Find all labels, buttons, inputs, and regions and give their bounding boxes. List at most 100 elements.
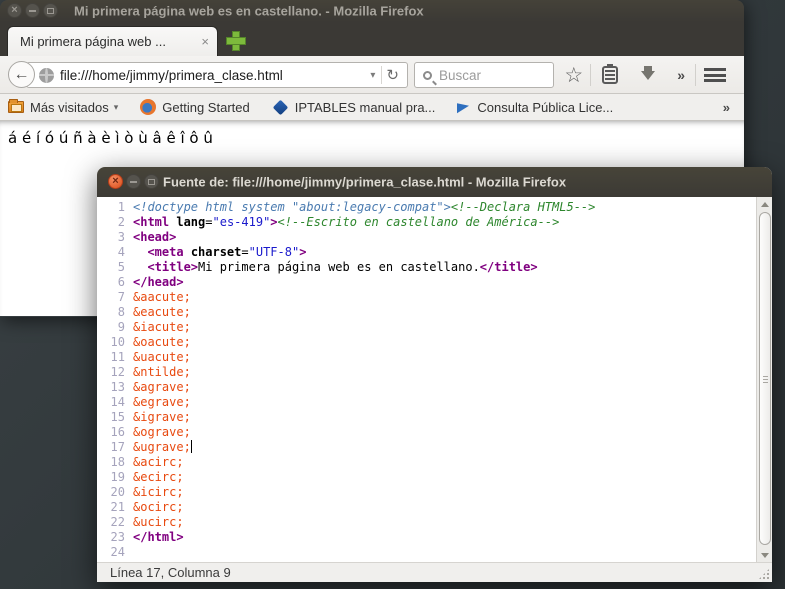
toolbar-overflow-icon[interactable]: »	[667, 67, 695, 83]
url-text[interactable]: file:///home/jimmy/primera_clase.html	[60, 68, 364, 83]
line-number: 9	[97, 320, 125, 335]
code-text: &ocirc;	[133, 500, 184, 515]
syntax-entity: &ntilde;	[133, 365, 191, 379]
syntax-entity: &egrave;	[133, 395, 191, 409]
resize-grip[interactable]	[758, 568, 770, 580]
code-line: 19&ecirc;	[97, 470, 756, 485]
code-text: </head>	[133, 275, 184, 290]
code-text: &igrave;	[133, 410, 191, 425]
bookmarks-menu-icon[interactable]	[602, 66, 618, 84]
source-titlebar[interactable]: × Fuente de: file:///home/jimmy/primera_…	[97, 167, 772, 197]
line-number: 20	[97, 485, 125, 500]
tab-label: Mi primera página web ...	[20, 34, 195, 49]
code-line: 2<html lang="es-419"><!--Escrito en cast…	[97, 215, 756, 230]
syntax-tag: </html>	[133, 530, 184, 544]
code-text: &uacute;	[133, 350, 191, 365]
tab-close-icon[interactable]: ×	[201, 34, 209, 49]
url-dropdown-icon[interactable]: ▾	[364, 70, 381, 81]
syntax-entity: &ucirc;	[133, 515, 184, 529]
syntax-entity: &ograve;	[133, 425, 191, 439]
syntax-tag: <head>	[133, 230, 176, 244]
code-line: 24	[97, 545, 756, 560]
syntax-tag: <html	[133, 215, 169, 229]
firefox-icon	[140, 99, 156, 115]
code-line: 10&oacute;	[97, 335, 756, 350]
line-number: 2	[97, 215, 125, 230]
tab-strip: Mi primera página web ... ×	[0, 22, 744, 56]
scroll-up-icon[interactable]	[757, 197, 772, 211]
code-line: 23</html>	[97, 530, 756, 545]
maximize-button[interactable]	[43, 3, 58, 18]
syntax-entity: &aacute;	[133, 290, 191, 304]
syntax-tag: <title>	[147, 260, 198, 274]
bookmark-iptables[interactable]: IPTABLES manual pra...	[272, 100, 436, 115]
code-text: <meta charset="UTF-8">	[133, 245, 306, 260]
syntax-entity: &iacute;	[133, 320, 191, 334]
globe-icon	[39, 68, 54, 83]
syntax-entity: &oacute;	[133, 335, 191, 349]
syntax-plain	[133, 260, 147, 274]
syntax-tag: <meta	[147, 245, 183, 259]
scrollbar-thumb[interactable]	[759, 212, 771, 545]
source-view[interactable]: 1<!doctype html system "about:legacy-com…	[97, 197, 772, 562]
code-text: &eacute;	[133, 305, 191, 320]
back-button[interactable]: ←	[8, 61, 35, 88]
syntax-plain: =	[205, 215, 212, 229]
close-button[interactable]: ×	[7, 3, 22, 18]
window-title: Fuente de: file:///home/jimmy/primera_cl…	[163, 175, 566, 190]
code-text: &ecirc;	[133, 470, 184, 485]
source-code[interactable]: 1<!doctype html system "about:legacy-com…	[97, 200, 756, 560]
line-number: 16	[97, 425, 125, 440]
navigation-toolbar: ← file:///home/jimmy/primera_clase.html …	[0, 56, 744, 94]
bookmark-label: Getting Started	[162, 100, 249, 115]
syntax-val: "es-419"	[213, 215, 271, 229]
line-number: 13	[97, 380, 125, 395]
code-line: 4 <meta charset="UTF-8">	[97, 245, 756, 260]
main-titlebar[interactable]: × Mi primera página web es en castellano…	[0, 0, 744, 22]
line-number: 24	[97, 545, 125, 560]
scroll-down-icon[interactable]	[757, 548, 772, 562]
bookmarks-overflow-icon[interactable]: »	[723, 100, 730, 115]
minimize-button[interactable]	[25, 3, 40, 18]
code-line: 5 <title>Mi primera página web es en cas…	[97, 260, 756, 275]
code-line: 12&ntilde;	[97, 365, 756, 380]
new-tab-button[interactable]	[226, 31, 246, 51]
bookmark-most-visited[interactable]: Más visitados ▾	[8, 100, 118, 115]
syntax-entity: &acirc;	[133, 455, 184, 469]
reload-icon[interactable]: ↻	[381, 66, 407, 84]
code-line: 11&uacute;	[97, 350, 756, 365]
window-title: Mi primera página web es en castellano. …	[74, 4, 424, 19]
line-number: 17	[97, 440, 125, 455]
folder-icon	[8, 101, 24, 113]
bookmark-label: IPTABLES manual pra...	[295, 100, 436, 115]
tab-active[interactable]: Mi primera página web ... ×	[7, 26, 218, 56]
line-number: 1	[97, 200, 125, 215]
bookmark-consulta[interactable]: Consulta Pública Lice...	[457, 100, 613, 115]
syntax-entity: &eacute;	[133, 305, 191, 319]
syntax-tag: >	[299, 245, 306, 259]
bookmark-getting-started[interactable]: Getting Started	[140, 99, 249, 115]
code-text: &egrave;	[133, 395, 191, 410]
menu-icon[interactable]	[704, 68, 726, 82]
bookmarks-toolbar: Más visitados ▾ Getting Started IPTABLES…	[0, 94, 744, 121]
syntax-entity: &ugrave;	[133, 440, 191, 454]
code-line: 21&ocirc;	[97, 500, 756, 515]
cursor-position-status: Línea 17, Columna 9	[97, 565, 231, 580]
close-button[interactable]: ×	[108, 174, 123, 189]
bookmark-star-icon[interactable]: ☆	[557, 63, 590, 88]
separator	[695, 64, 696, 86]
code-line: 6</head>	[97, 275, 756, 290]
line-number: 5	[97, 260, 125, 275]
url-bar[interactable]: file:///home/jimmy/primera_clase.html ▾ …	[26, 62, 408, 88]
search-box[interactable]: Buscar	[414, 62, 554, 88]
line-number: 14	[97, 395, 125, 410]
downloads-icon[interactable]	[641, 71, 655, 80]
code-line: 7&aacute;	[97, 290, 756, 305]
line-number: 3	[97, 230, 125, 245]
vertical-scrollbar[interactable]	[756, 197, 772, 562]
text-caret	[191, 440, 193, 453]
code-text: &oacute;	[133, 335, 191, 350]
maximize-button[interactable]	[144, 174, 159, 189]
code-text: <title>Mi primera página web es en caste…	[133, 260, 538, 275]
minimize-button[interactable]	[126, 174, 141, 189]
